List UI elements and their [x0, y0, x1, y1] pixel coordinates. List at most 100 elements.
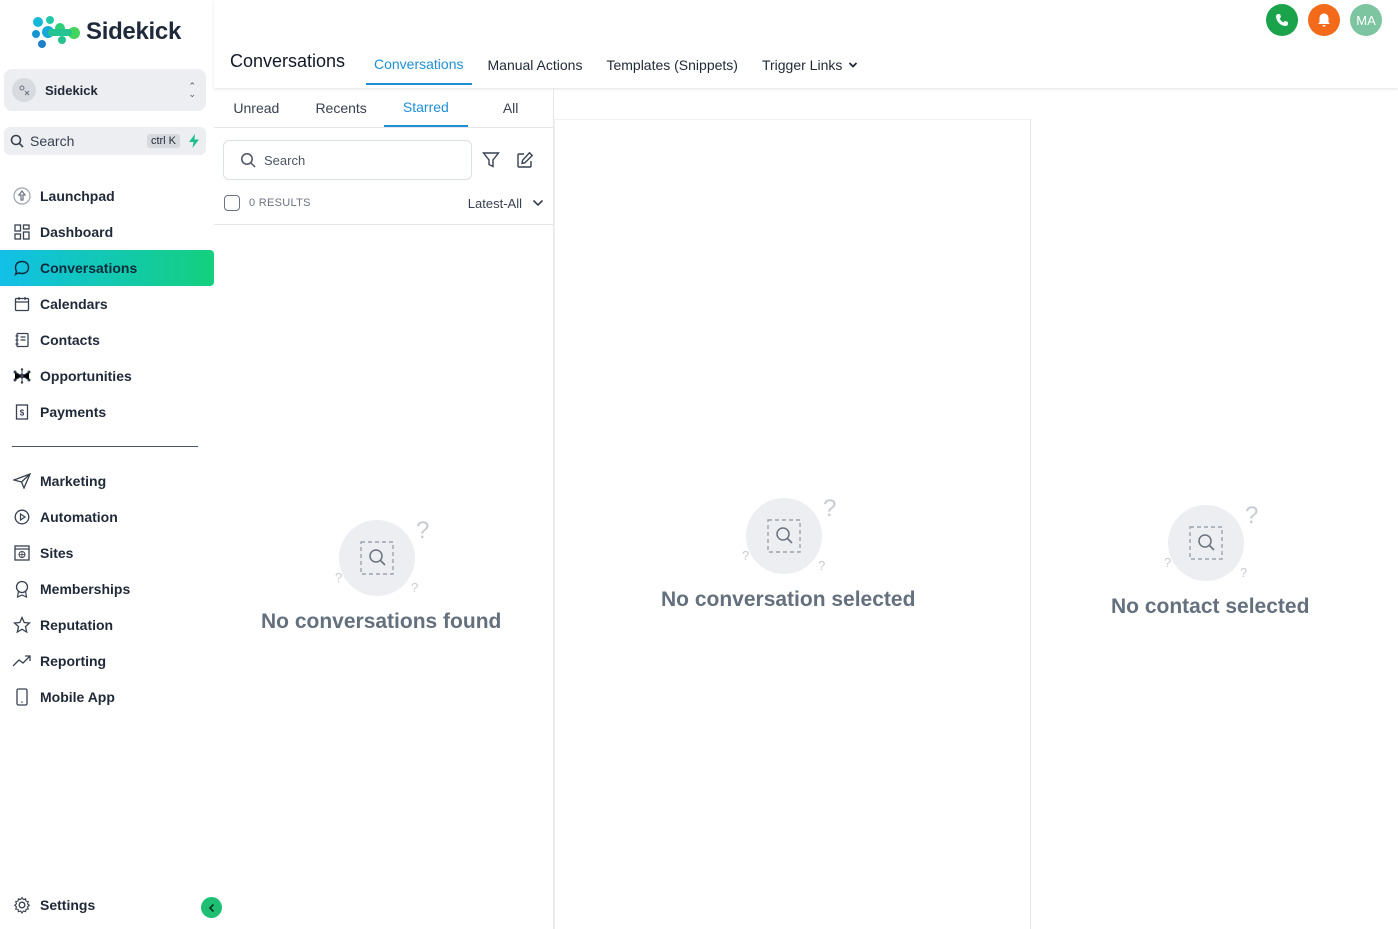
nav-item-automation[interactable]: Automation	[0, 499, 214, 535]
nav-item-settings[interactable]: Settings	[0, 887, 214, 923]
page-title: Conversations	[230, 51, 346, 71]
receipt-icon: $	[12, 402, 32, 422]
play-circle-icon	[12, 507, 32, 527]
svg-text:?: ?	[742, 548, 749, 563]
nav-item-sites[interactable]: Sites	[0, 535, 214, 571]
tab-label: All	[502, 99, 519, 116]
account-avatar	[12, 78, 36, 102]
nav-item-launchpad[interactable]: Launchpad	[0, 178, 214, 214]
search-shortcut-badge: ctrl K	[146, 134, 180, 148]
badge-icon	[12, 579, 32, 599]
results-count: 0 RESULTS	[249, 197, 311, 209]
nav-item-contacts[interactable]: Contacts	[0, 322, 214, 358]
account-name: Sidekick	[45, 82, 98, 98]
nav-item-reputation[interactable]: Reputation	[0, 607, 214, 643]
tab-manual-actions[interactable]: Manual Actions	[480, 44, 591, 85]
notifications-button[interactable]	[1308, 4, 1340, 36]
nav-item-label: Dashboard	[40, 224, 114, 240]
settings-nav: Settings	[0, 887, 214, 923]
chevron-down-icon	[849, 61, 858, 68]
nav-item-label: Conversations	[40, 260, 138, 276]
nav-item-label: Launchpad	[40, 188, 115, 204]
rocket-icon	[12, 186, 32, 206]
network-icon	[12, 366, 32, 386]
nav-item-marketing[interactable]: Marketing	[0, 463, 214, 499]
svg-text:?: ?	[411, 580, 418, 595]
contacts-book-icon	[12, 330, 32, 350]
avatar-initials: MA	[1356, 12, 1376, 28]
trend-icon	[12, 651, 32, 671]
svg-text:?: ?	[335, 570, 342, 585]
tab-label: Recents	[315, 99, 367, 116]
filter-icon	[482, 152, 500, 168]
nav-item-label: Mobile App	[40, 689, 115, 705]
nav-item-dashboard[interactable]: Dashboard	[0, 214, 214, 250]
sidebar: Sidekick Sidekick ⌃ ⌄ Search ctrl K Launc…	[0, 0, 214, 929]
nav-item-payments[interactable]: $ Payments	[0, 394, 214, 430]
list-empty-state: ? ? ? No conversations found	[261, 516, 501, 634]
sort-dropdown[interactable]: Latest-All	[468, 196, 522, 211]
lightning-icon[interactable]	[188, 134, 200, 148]
header-actions: MA	[1266, 4, 1382, 36]
nav-item-conversations[interactable]: Conversations	[0, 250, 214, 286]
send-icon	[12, 471, 32, 491]
nav-item-memberships[interactable]: Memberships	[0, 571, 214, 607]
conversation-detail-panel: ? ? ? No conversation selected	[554, 119, 1031, 929]
conversation-empty-text: No conversation selected	[661, 588, 916, 611]
list-filter-tabs: Unread Recents Starred All	[214, 88, 553, 128]
account-switcher[interactable]: Sidekick ⌃ ⌄	[4, 69, 206, 111]
nav-item-calendars[interactable]: Calendars	[0, 286, 214, 322]
search-icon	[10, 134, 24, 148]
phone-button[interactable]	[1266, 4, 1298, 36]
bell-icon	[1318, 13, 1330, 27]
tab-label: Templates (Snippets)	[606, 56, 738, 73]
tab-starred[interactable]: Starred	[383, 88, 469, 127]
svg-text:?: ?	[1240, 565, 1247, 580]
edit-icon	[517, 151, 534, 168]
svg-text:?: ?	[1245, 502, 1258, 529]
sidebar-search[interactable]: Search ctrl K	[4, 127, 206, 155]
nav-item-label: Memberships	[40, 581, 131, 597]
svg-text:?: ?	[1164, 555, 1171, 570]
tab-unread[interactable]: Unread	[214, 88, 299, 127]
filter-button[interactable]	[482, 151, 500, 174]
sidebar-divider	[12, 446, 198, 447]
tab-label: Unread	[233, 99, 280, 116]
nav-item-reporting[interactable]: Reporting	[0, 643, 214, 679]
sidekick-logo-icon	[32, 16, 80, 48]
chevron-down-icon[interactable]	[532, 199, 544, 207]
brand-name: Sidekick	[86, 18, 181, 45]
primary-nav: Launchpad Dashboard Conversations Calend…	[0, 178, 214, 430]
nav-item-mobile-app[interactable]: Mobile App	[0, 679, 214, 715]
list-empty-text: No conversations found	[261, 610, 502, 633]
conversation-list-panel: Unread Recents Starred All 0 RESULTS Lat…	[214, 88, 554, 929]
svg-text:?: ?	[823, 495, 836, 522]
contact-detail-panel: ? ? ? No contact selected	[1031, 119, 1398, 929]
results-row: 0 RESULTS Latest-All	[224, 192, 544, 214]
calendar-icon	[12, 294, 32, 314]
user-avatar[interactable]: MA	[1350, 4, 1382, 36]
select-all-checkbox[interactable]	[224, 195, 240, 211]
tab-label: Conversations	[374, 55, 464, 72]
gear-icon	[12, 895, 32, 915]
nav-item-opportunities[interactable]: Opportunities	[0, 358, 214, 394]
tab-conversations[interactable]: Conversations	[366, 44, 472, 85]
tab-label: Manual Actions	[487, 56, 583, 73]
account-placeholder-icon	[19, 85, 30, 96]
tab-all[interactable]: All	[468, 88, 553, 127]
compose-button[interactable]	[516, 151, 534, 174]
tab-trigger-links[interactable]: Trigger Links	[754, 44, 866, 85]
tab-recents[interactable]: Recents	[299, 88, 384, 127]
nav-item-label: Reporting	[40, 653, 107, 669]
chat-bubble-icon	[12, 258, 32, 278]
brand-logo[interactable]: Sidekick	[30, 14, 181, 50]
nav-item-label: Automation	[40, 509, 118, 525]
nav-item-label: Marketing	[40, 473, 107, 489]
nav-item-label: Sites	[40, 545, 74, 561]
tab-label: Trigger Links	[761, 56, 843, 73]
conversation-search-input[interactable]	[264, 152, 444, 168]
tab-templates[interactable]: Templates (Snippets)	[598, 44, 746, 85]
no-results-illustration-icon: ? ? ?	[335, 517, 430, 596]
top-header: Conversations Conversations Manual Actio…	[214, 0, 1398, 88]
nav-item-label: Payments	[40, 404, 107, 420]
